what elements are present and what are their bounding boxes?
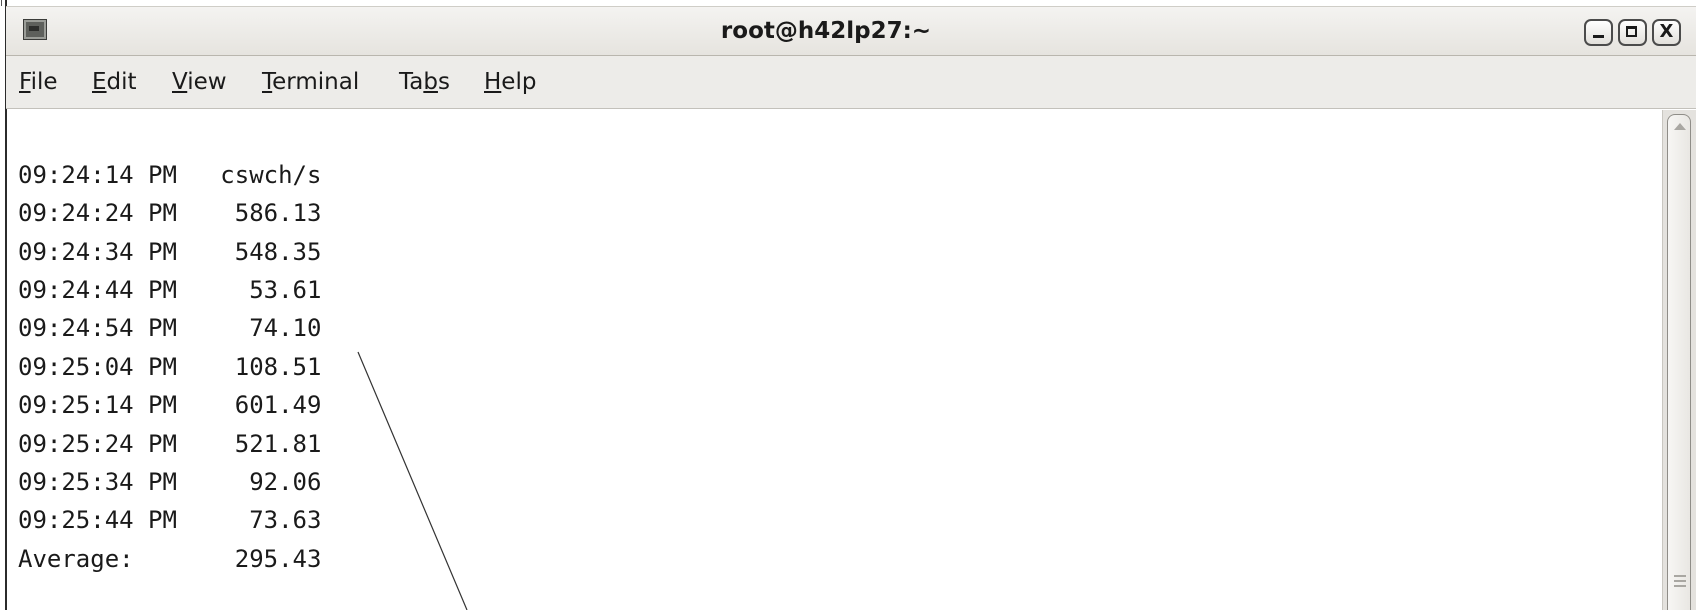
scroll-grip-icon (1674, 575, 1686, 587)
terminal-line: 09:25:44 PM 73.63 (18, 506, 322, 534)
maximize-icon (1626, 26, 1637, 37)
scrollbar-thumb[interactable] (1667, 114, 1691, 610)
title-bar[interactable]: root@h42lp27:~ X (6, 6, 1696, 56)
maximize-button[interactable] (1618, 19, 1647, 46)
terminal-line: 09:25:24 PM 521.81 (18, 430, 322, 458)
menu-tabs[interactable]: Tabs (399, 56, 450, 108)
terminal-header-line: 09:24:14 PM cswch/s (18, 161, 322, 189)
menu-bar: File Edit View Terminal Tabs Help (6, 56, 1696, 109)
terminal-average-line: Average: 295.43 (18, 545, 322, 573)
scroll-up-icon (1674, 123, 1686, 130)
terminal-line: 09:24:24 PM 586.13 (18, 199, 322, 227)
minimize-button[interactable] (1584, 19, 1613, 46)
menu-edit[interactable]: Edit (92, 56, 137, 108)
terminal-line: 09:24:54 PM 74.10 (18, 314, 322, 342)
minimize-icon (1593, 35, 1604, 38)
terminal-line: 09:25:14 PM 601.49 (18, 391, 322, 419)
menu-file[interactable]: File (19, 56, 58, 108)
menu-view[interactable]: View (172, 56, 227, 108)
terminal-line: 09:24:34 PM 548.35 (18, 238, 322, 266)
vertical-scrollbar[interactable] (1662, 110, 1696, 610)
terminal-line: 09:25:34 PM 92.06 (18, 468, 322, 496)
terminal-output[interactable]: 09:24:14 PM cswch/s 09:24:24 PM 586.13 0… (7, 110, 1661, 610)
terminal-line: 09:25:04 PM 108.51 (18, 353, 322, 381)
window-title: root@h42lp27:~ (720, 18, 932, 44)
menu-terminal[interactable]: Terminal (262, 56, 359, 108)
terminal-line: 09:24:44 PM 53.61 (18, 276, 322, 304)
close-icon: X (1659, 21, 1674, 42)
close-button[interactable]: X (1652, 19, 1681, 46)
terminal-window: root@h42lp27:~ X File Edit View Terminal… (0, 0, 1696, 610)
menu-help[interactable]: Help (484, 56, 536, 108)
